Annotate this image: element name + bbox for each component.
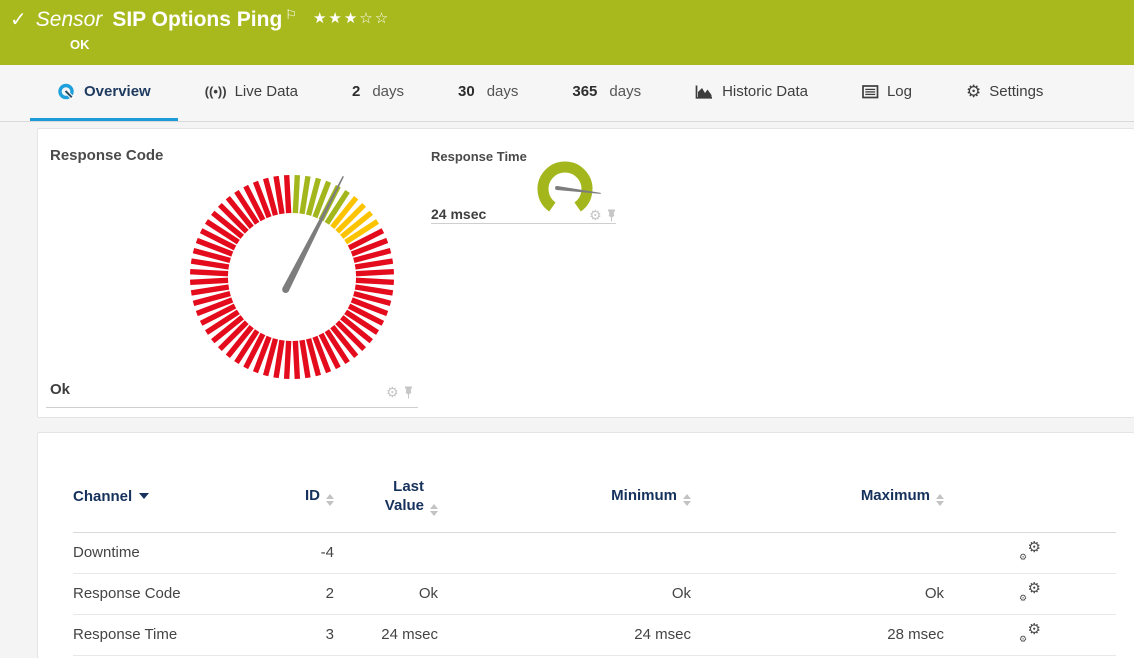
channel-id: -4	[278, 532, 334, 573]
widget-divider	[431, 223, 616, 224]
tab-number: 30	[458, 83, 475, 100]
gauge-title-response-time: Response Time	[431, 149, 527, 164]
channel-minimum: Ok	[438, 573, 691, 614]
sensor-kind-label: Sensor	[36, 7, 103, 33]
channel-id: 2	[278, 573, 334, 614]
sort-icon	[430, 504, 438, 516]
channel-settings-icon[interactable]: ⚙⚙	[1019, 582, 1041, 602]
sort-icon	[683, 494, 691, 506]
overview-panel: Response Code Ok ⚙ Response Time 24 msec…	[37, 128, 1134, 418]
channel-id: 3	[278, 614, 334, 655]
tab-overview[interactable]: Overview	[30, 65, 178, 121]
channel-settings-icon[interactable]: ⚙⚙	[1019, 541, 1041, 561]
tab-label: Historic Data	[722, 83, 808, 100]
tab-bar: Overview ((•)) Live Data 2 days 30 days 36…	[0, 65, 1134, 122]
pin-icon[interactable]	[404, 386, 413, 399]
sort-desc-icon	[139, 493, 149, 499]
tab-2-days[interactable]: 2 days	[325, 65, 431, 121]
channel-name: Response Code	[73, 573, 278, 614]
channel-minimum	[438, 532, 691, 573]
channel-name: Response Time	[73, 614, 278, 655]
sensor-header: ✓ Sensor SIP Options Ping ⚐ ★★★☆☆ OK	[0, 0, 1134, 65]
gauge-settings-gear-icon[interactable]: ⚙	[589, 208, 602, 222]
gauge-value-response-code: Ok	[50, 381, 70, 398]
gauge-title-response-code: Response Code	[50, 147, 163, 164]
channel-maximum: Ok	[691, 573, 944, 614]
column-header-maximum[interactable]: Maximum	[691, 461, 944, 532]
gauge-settings-gear-icon[interactable]: ⚙	[386, 385, 399, 399]
gauge-value-response-time: 24 msec	[431, 206, 486, 222]
table-header-row: Channel ID Last Value Minimum Maximum	[73, 461, 1116, 532]
log-icon	[862, 85, 879, 99]
channels-table: Channel ID Last Value Minimum Maximum Do…	[73, 461, 1116, 656]
channel-minimum: 24 msec	[438, 614, 691, 655]
gear-icon: ⚙	[966, 83, 981, 100]
broadcast-icon: ((•))	[205, 84, 227, 99]
tab-number: 2	[352, 83, 360, 100]
channel-settings-icon[interactable]: ⚙⚙	[1019, 623, 1041, 643]
tab-number: 365	[572, 83, 597, 100]
table-row: Response Code 2 Ok Ok Ok ⚙⚙	[73, 573, 1116, 614]
column-header-id[interactable]: ID	[278, 461, 334, 532]
tab-label: days	[609, 83, 641, 100]
tab-historic-data[interactable]: Historic Data	[668, 65, 835, 121]
stars-filled: ★★★	[313, 10, 359, 27]
sort-icon	[326, 494, 334, 506]
channel-maximum: 28 msec	[691, 614, 944, 655]
page-title: SIP Options Ping	[112, 7, 282, 33]
channel-maximum	[691, 532, 944, 573]
status-check-icon: ✓	[10, 7, 27, 33]
channel-last-value: Ok	[334, 573, 438, 614]
pin-icon[interactable]	[607, 209, 616, 222]
table-row: Downtime -4 ⚙⚙	[73, 532, 1116, 573]
priority-stars[interactable]: ★★★☆☆	[313, 9, 390, 27]
tab-settings[interactable]: ⚙ Settings	[939, 65, 1070, 121]
flag-icon[interactable]: ⚐	[285, 8, 297, 22]
status-badge: OK	[70, 37, 90, 52]
tab-label: days	[372, 83, 404, 100]
tab-label: Overview	[84, 83, 151, 100]
tab-label: Live Data	[235, 83, 298, 100]
channel-last-value: 24 msec	[334, 614, 438, 655]
tab-label: Log	[887, 83, 912, 100]
tab-label: days	[487, 83, 519, 100]
channels-panel: Channel ID Last Value Minimum Maximum Do…	[37, 432, 1134, 658]
channel-name: Downtime	[73, 532, 278, 573]
response-code-gauge[interactable]	[172, 157, 412, 397]
tab-30-days[interactable]: 30 days	[431, 65, 545, 121]
sort-icon	[936, 494, 944, 506]
table-row: Response Time 3 24 msec 24 msec 28 msec …	[73, 614, 1116, 655]
tab-365-days[interactable]: 365 days	[545, 65, 668, 121]
column-header-last-value[interactable]: Last Value	[334, 461, 438, 532]
tab-log[interactable]: Log	[835, 65, 939, 121]
gauge-icon	[57, 82, 76, 101]
stars-empty: ☆☆	[359, 10, 390, 27]
channel-last-value	[334, 532, 438, 573]
column-header-actions	[944, 461, 1116, 532]
tab-live-data[interactable]: ((•)) Live Data	[178, 65, 325, 121]
column-header-channel[interactable]: Channel	[73, 461, 278, 532]
area-chart-icon	[695, 84, 714, 100]
widget-divider	[46, 407, 418, 408]
column-header-minimum[interactable]: Minimum	[438, 461, 691, 532]
tab-label: Settings	[989, 83, 1043, 100]
